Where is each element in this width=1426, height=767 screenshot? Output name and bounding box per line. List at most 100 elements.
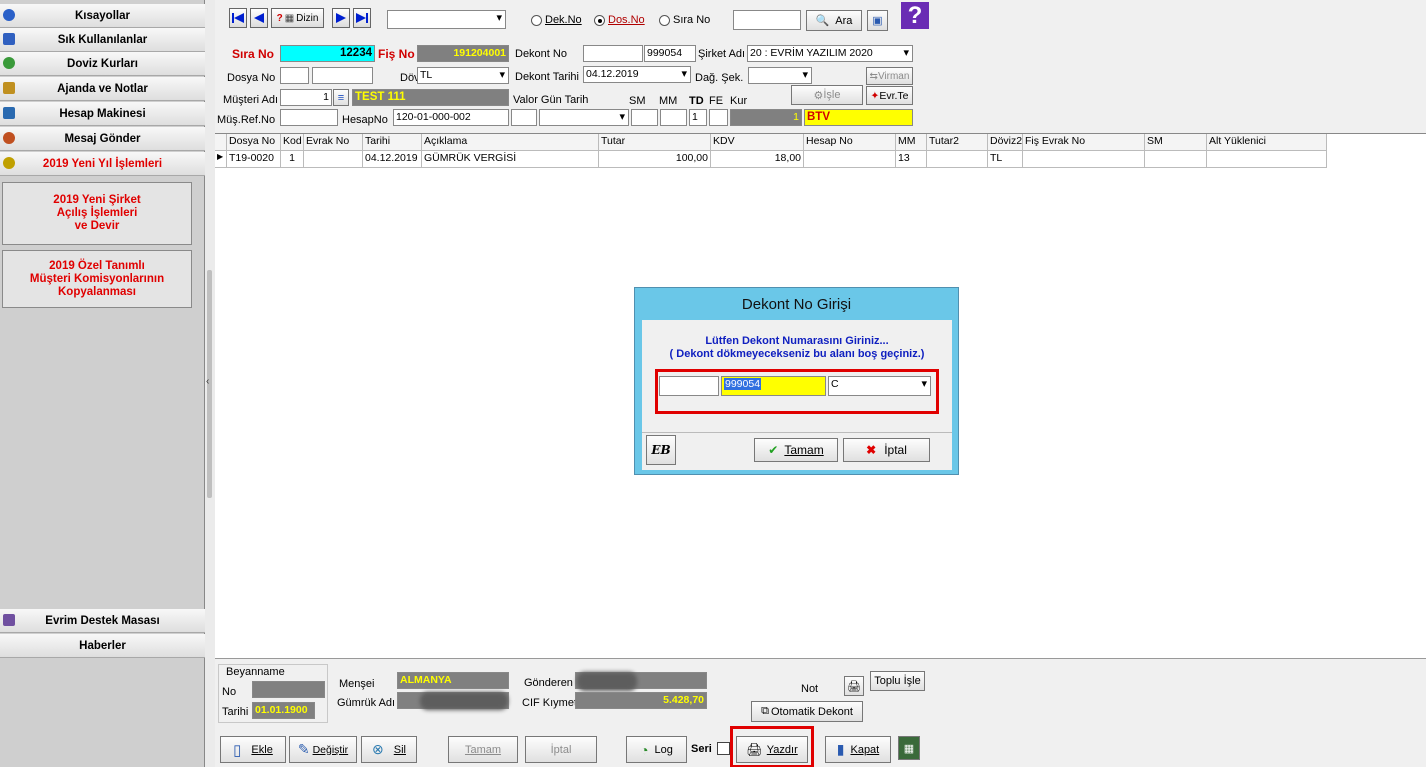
first-record-button[interactable] — [229, 8, 247, 28]
mm-field[interactable] — [660, 109, 687, 126]
refresh-button[interactable]: ▣ — [867, 10, 888, 31]
last-record-button[interactable] — [353, 8, 371, 28]
sidebar-item-exchange-rates[interactable]: Doviz Kurları — [0, 52, 205, 76]
search-button[interactable]: 🔍 Ara — [806, 10, 862, 31]
sidebar-item-send-message[interactable]: Mesaj Gönder — [0, 127, 205, 151]
log-button[interactable]: ◔ Log — [626, 736, 687, 763]
edit-button[interactable]: ✎ Değiştir — [289, 736, 357, 763]
help-icon[interactable]: ? — [901, 2, 929, 29]
fe-field[interactable] — [709, 109, 728, 126]
grid-column-header[interactable]: KDV — [711, 134, 804, 151]
radio-sirano[interactable] — [659, 15, 670, 26]
bottom-panel: Beyanname No Tarihi 01.01.1900 Menşei AL… — [215, 658, 1426, 767]
search-combo[interactable] — [387, 10, 506, 29]
printer-icon: 🖨 — [746, 741, 763, 757]
grid-cell[interactable]: 100,00 — [599, 151, 711, 168]
sidebar-item-agenda[interactable]: Ajanda ve Notlar — [0, 77, 205, 101]
grid-cell[interactable]: 13 — [896, 151, 927, 168]
dialog-prefix-input[interactable] — [659, 376, 719, 396]
distribution-select[interactable] — [748, 67, 812, 84]
grid-cell[interactable] — [1023, 151, 1145, 168]
radio-dosno[interactable] — [594, 15, 605, 26]
new-company-button[interactable]: 2019 Yeni Şirket Açılış İşlemleri ve Dev… — [2, 182, 192, 245]
sidebar-item-kisayollar[interactable]: Kısayollar — [0, 4, 205, 28]
grid-cell[interactable]: T19-0020 — [227, 151, 281, 168]
isle-button[interactable]: ⚙ İşle — [791, 85, 863, 105]
radio-dekno[interactable] — [531, 15, 542, 26]
sidebar-item-new-year[interactable]: 2019 Yeni Yıl İşlemleri — [0, 152, 205, 176]
grid-column-header[interactable]: Evrak No — [304, 134, 363, 151]
grid-column-header[interactable]: Tutar — [599, 134, 711, 151]
grid-cell[interactable]: TL — [988, 151, 1023, 168]
dosya-no-field[interactable] — [312, 67, 373, 84]
shortcut-icon — [3, 9, 15, 21]
customer-ref-field[interactable] — [280, 109, 338, 126]
eb-logo-icon[interactable]: EB — [646, 435, 676, 465]
sidebar-item-favorites[interactable]: Sık Kullanılanlar — [0, 28, 205, 52]
sidebar-item-news[interactable]: Haberler — [0, 634, 205, 658]
grid-column-header[interactable]: Alt Yüklenici — [1207, 134, 1327, 151]
grid-cell[interactable] — [1207, 151, 1327, 168]
dialog-dekont-input[interactable]: 999054 — [721, 376, 826, 396]
seri-checkbox[interactable] — [717, 742, 730, 755]
evr-te-button[interactable]: ✦ Evr.Te — [866, 86, 913, 105]
valor-date-field[interactable] — [539, 109, 629, 126]
sidebar-item-calculator[interactable]: Hesap Makinesi — [0, 102, 205, 126]
customer-no-field[interactable]: 1 — [280, 89, 332, 106]
collapse-arrow-icon[interactable]: ‹ — [206, 376, 209, 387]
company-select[interactable]: 20 : EVRİM YAZILIM 2020 — [747, 45, 913, 62]
td-field[interactable]: 1 — [689, 109, 707, 126]
dekont-prefix-field[interactable] — [583, 45, 643, 62]
dialog-type-select[interactable]: C — [828, 376, 931, 396]
table-row[interactable]: ▶ T19-0020 1 04.12.2019 GÜMRÜK VERGİSİ 100,00… — [215, 151, 1327, 168]
sm-field[interactable] — [631, 109, 658, 126]
sira-no-field[interactable]: 12234 — [280, 45, 375, 62]
grid-cell[interactable]: GÜMRÜK VERGİSİ — [422, 151, 599, 168]
grid-column-header[interactable]: Dosya No — [227, 134, 281, 151]
delete-button[interactable]: ⊗ Sil — [361, 736, 417, 763]
copy-commissions-button[interactable]: 2019 Özel Tanımlı Müşteri Komisyonlarını… — [2, 250, 192, 308]
grid-column-header[interactable]: Tutar2 — [927, 134, 988, 151]
splitter[interactable]: ‹ — [205, 0, 215, 767]
dekont-no-field[interactable]: 999054 — [644, 45, 696, 62]
dialog-ok-button[interactable]: ✔ Tamam — [754, 438, 838, 462]
next-record-button[interactable] — [332, 8, 350, 28]
grid-cell[interactable]: 18,00 — [711, 151, 804, 168]
save-button[interactable]: Tamam — [448, 736, 518, 763]
close-button[interactable]: ▮ Kapat — [825, 736, 891, 763]
search-input[interactable] — [733, 10, 801, 30]
note-button[interactable]: 🖨 — [844, 676, 864, 696]
dekont-date-field[interactable]: 04.12.2019 — [583, 66, 691, 83]
grid-cell[interactable] — [304, 151, 363, 168]
valor-day-field[interactable] — [511, 109, 537, 126]
grid-cell[interactable]: 04.12.2019 — [363, 151, 422, 168]
prev-record-button[interactable] — [250, 8, 268, 28]
grid-column-header[interactable]: Hesap No — [804, 134, 896, 151]
grid-column-header[interactable]: MM — [896, 134, 927, 151]
grid-column-header[interactable]: Tarihi — [363, 134, 422, 151]
grid-cell[interactable] — [804, 151, 896, 168]
grid-column-header[interactable]: Fiş Evrak No — [1023, 134, 1145, 151]
virman-button[interactable]: ⇆ Virman — [866, 67, 913, 85]
customer-lookup-button[interactable]: ≡ — [333, 89, 349, 106]
print-button[interactable]: 🖨 Yazdır — [736, 736, 808, 763]
add-button[interactable]: ▯ Ekle — [220, 736, 286, 763]
grid-cell[interactable] — [1145, 151, 1207, 168]
grid-column-header[interactable]: Döviz2 — [988, 134, 1023, 151]
grid-column-header[interactable]: Açıklama — [422, 134, 599, 151]
calculator-button[interactable]: ▦ — [898, 736, 920, 760]
dizin-button[interactable]: ? ▦ Dizin — [271, 8, 324, 28]
currency-select[interactable]: TL — [417, 67, 509, 84]
account-no-field[interactable]: 120-01-000-002 — [393, 109, 509, 126]
otomatik-dekont-button[interactable]: ⧉ Otomatik Dekont — [751, 701, 863, 722]
grid-column-header[interactable]: SM — [1145, 134, 1207, 151]
toplu-isle-button[interactable]: Toplu İşle — [870, 671, 925, 691]
sidebar-item-support[interactable]: Evrim Destek Masası — [0, 609, 205, 633]
grid-cell[interactable] — [927, 151, 988, 168]
btv-field[interactable]: BTV — [804, 109, 913, 126]
dosya-no-prefix[interactable] — [280, 67, 309, 84]
cancel-button[interactable]: İptal — [525, 736, 597, 763]
grid-cell[interactable]: 1 — [281, 151, 304, 168]
dialog-cancel-button[interactable]: ✖ İptal — [843, 438, 930, 462]
grid-column-header[interactable]: Kod — [281, 134, 304, 151]
